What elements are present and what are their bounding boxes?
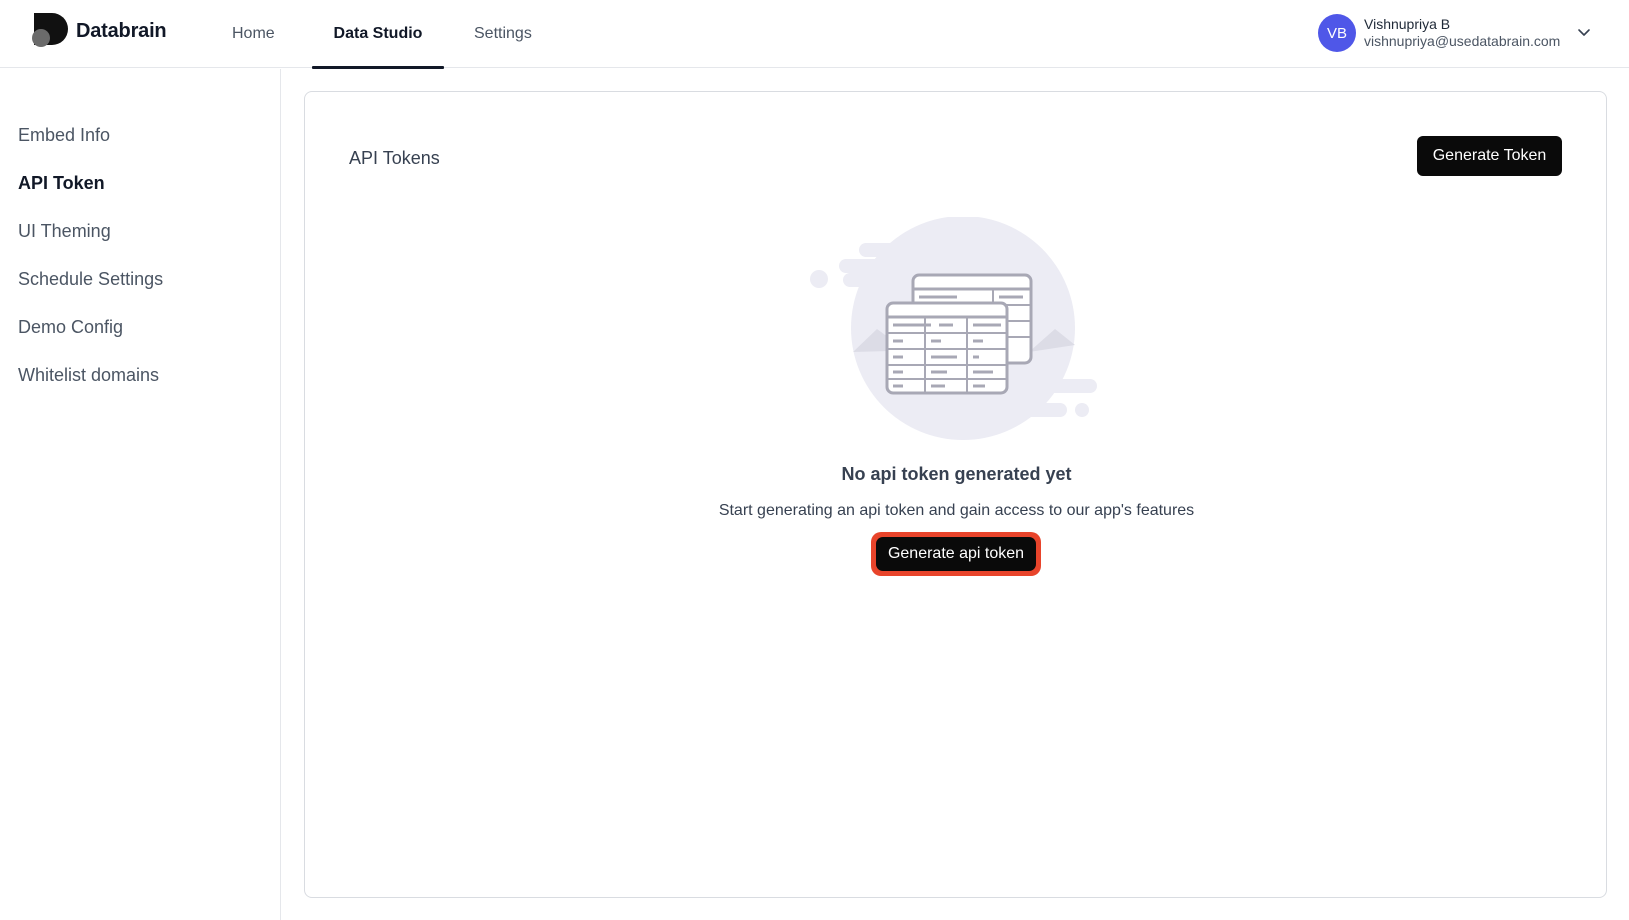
brand-logo[interactable]: Databrain <box>32 13 167 49</box>
tab-settings-label: Settings <box>474 25 532 42</box>
sidebar-item-schedule-settings[interactable]: Schedule Settings <box>18 269 163 290</box>
generate-token-button[interactable]: Generate Token <box>1417 136 1562 176</box>
user-name: Vishnupriya B <box>1364 16 1451 32</box>
page-title: API Tokens <box>349 148 440 168</box>
main-nav: Home Data Studio Settings <box>216 0 552 69</box>
empty-state-subtitle: Start generating an api token and gain a… <box>718 502 1195 519</box>
tab-data-studio[interactable]: Data Studio <box>312 0 444 69</box>
generate-api-token-highlight: Generate api token <box>871 532 1041 576</box>
databrain-logo-icon <box>32 13 68 47</box>
tab-settings[interactable]: Settings <box>458 0 548 68</box>
sidebar-item-api-token[interactable]: API Token <box>18 173 105 194</box>
sidebar-item-ui-theming[interactable]: UI Theming <box>18 221 111 242</box>
sidebar-item-embed-info[interactable]: Embed Info <box>18 125 110 146</box>
user-info: Vishnupriya B vishnupriya@usedatabrain.c… <box>1364 16 1560 50</box>
settings-sidebar: Embed Info API Token UI Theming Schedule… <box>0 69 281 920</box>
chevron-down-icon[interactable] <box>1576 24 1592 40</box>
tab-home-label: Home <box>232 25 275 42</box>
api-tokens-card: API Tokens Generate Token No api token g… <box>304 91 1607 898</box>
generate-api-token-button[interactable]: Generate api token <box>876 537 1036 571</box>
sidebar-item-whitelist-domains[interactable]: Whitelist domains <box>18 365 159 386</box>
table-empty-illustration <box>810 217 1097 440</box>
tab-home[interactable]: Home <box>216 0 290 68</box>
user-menu[interactable]: VB Vishnupriya B vishnupriya@usedatabrai… <box>1318 14 1560 52</box>
tab-data-studio-label: Data Studio <box>333 25 423 42</box>
sidebar-item-demo-config[interactable]: Demo Config <box>18 317 123 338</box>
brand-name: Databrain <box>76 19 167 42</box>
top-bar: Databrain Home Data Studio Settings VB V… <box>0 0 1629 69</box>
avatar[interactable]: VB <box>1318 14 1356 52</box>
user-email: vishnupriya@usedatabrain.com <box>1364 33 1561 49</box>
empty-state-title: No api token generated yet <box>841 464 1072 484</box>
